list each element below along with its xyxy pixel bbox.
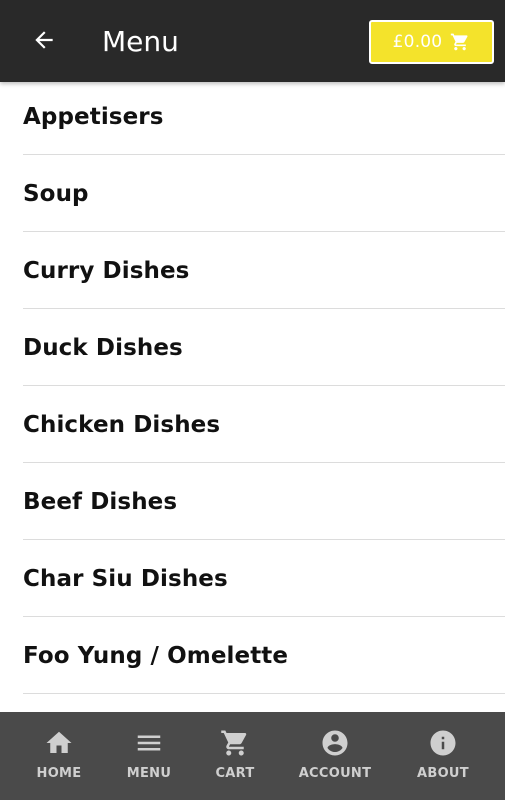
nav-label: CART	[215, 766, 255, 781]
nav-home[interactable]: HOME	[29, 712, 89, 800]
info-icon	[428, 728, 458, 758]
cart-total: £0.00	[392, 32, 443, 52]
hamburger-menu-icon	[134, 728, 164, 758]
cart-icon	[220, 728, 250, 758]
nav-label: HOME	[36, 766, 82, 781]
menu-category-char-siu-dishes[interactable]: Char Siu Dishes	[0, 540, 505, 617]
app-bar: Menu £0.00	[0, 0, 505, 82]
page-title: Menu	[102, 25, 179, 58]
home-icon	[44, 728, 74, 758]
nav-label: ACCOUNT	[298, 766, 372, 781]
menu-category-label: Appetisers	[23, 103, 164, 130]
menu-category-label: Char Siu Dishes	[23, 565, 228, 592]
cart-icon	[451, 33, 468, 51]
menu-category-soup[interactable]: Soup	[0, 155, 505, 232]
menu-category-label: Soup	[23, 180, 89, 207]
nav-account[interactable]: ACCOUNT	[290, 712, 380, 800]
menu-category-beef-dishes[interactable]: Beef Dishes	[0, 463, 505, 540]
nav-cart[interactable]: CART	[205, 712, 265, 800]
menu-category-curry-dishes[interactable]: Curry Dishes	[0, 232, 505, 309]
menu-category-list: Appetisers Soup Curry Dishes Duck Dishes…	[0, 78, 505, 694]
back-button[interactable]	[26, 22, 62, 58]
menu-category-label: Duck Dishes	[23, 334, 183, 361]
menu-category-label: Curry Dishes	[23, 257, 190, 284]
cart-total-button[interactable]: £0.00	[369, 20, 494, 64]
menu-category-duck-dishes[interactable]: Duck Dishes	[0, 309, 505, 386]
menu-category-label: Beef Dishes	[23, 488, 178, 515]
menu-category-label: Chicken Dishes	[23, 411, 221, 438]
nav-label: MENU	[126, 766, 172, 781]
menu-category-label: Foo Yung / Omelette	[23, 642, 289, 669]
menu-category-appetisers[interactable]: Appetisers	[0, 78, 505, 155]
nav-menu[interactable]: MENU	[119, 712, 179, 800]
bottom-navigation: HOME MENU CART ACCOUNT ABOUT	[0, 712, 505, 800]
menu-category-foo-yung-omelette[interactable]: Foo Yung / Omelette	[0, 617, 505, 694]
nav-about[interactable]: ABOUT	[408, 712, 478, 800]
menu-category-chicken-dishes[interactable]: Chicken Dishes	[0, 386, 505, 463]
nav-label: ABOUT	[417, 766, 469, 781]
account-circle-icon	[320, 728, 350, 758]
arrow-left-icon	[35, 31, 53, 49]
